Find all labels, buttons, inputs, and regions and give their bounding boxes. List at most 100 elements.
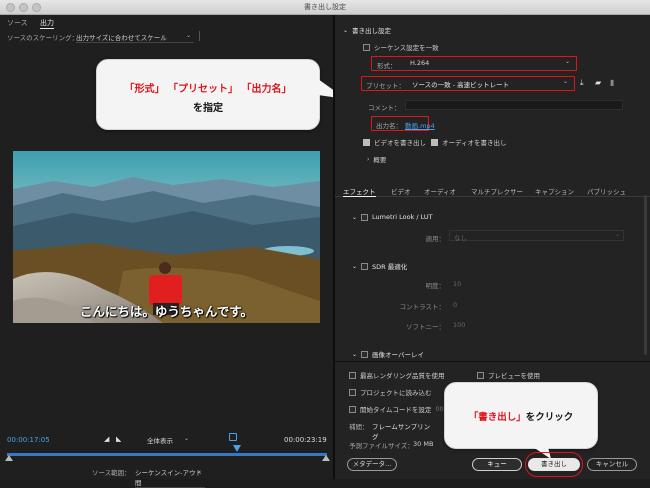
cancel-button[interactable]: キャンセル (587, 458, 637, 471)
scaling-dropdown[interactable]: 出力サイズに合わせてスケール ⌄ (76, 32, 194, 43)
format-label: 形式： (377, 62, 397, 70)
effects-scrollbar[interactable] (644, 195, 647, 355)
output-name-label: 出力名： (376, 122, 402, 130)
contrast-value[interactable]: 0 (453, 301, 457, 309)
queue-button[interactable]: キュー (472, 458, 522, 471)
import-preset-icon[interactable]: ▰ (595, 78, 601, 87)
export-settings-title: 書き出し設定 (352, 27, 392, 35)
tab-effects[interactable]: エフェクト (343, 186, 376, 197)
format-dropdown[interactable]: H.264 ⌄ (407, 58, 573, 69)
export-audio-checkbox[interactable] (431, 138, 438, 146)
start-timecode-label: 開始タイムコードを設定 (360, 406, 432, 414)
zoom-dropdown[interactable]: 全体表示 ⌄ (147, 435, 189, 445)
overlay-checkbox[interactable] (361, 350, 369, 358)
use-previews-checkbox[interactable] (477, 371, 484, 379)
video-subtitle: こんにちは。ゆうちゃんです。 (79, 304, 254, 319)
sdr-header[interactable]: ⌄ SDR 最適化 (352, 261, 407, 271)
delete-preset-icon[interactable]: ▮ (610, 78, 614, 87)
timecode-end[interactable]: 00:00:23:19 (284, 436, 327, 444)
timecode-start[interactable]: 00:00:17:05 (7, 436, 50, 444)
in-point-handle[interactable] (5, 455, 13, 461)
callout-format: 「形式」 (124, 84, 165, 95)
file-size-value: 30 MB (413, 440, 434, 448)
metadata-button[interactable]: メタデータ... (347, 458, 397, 471)
max-render-label: 最高レンダリング品質を使用 (360, 372, 445, 380)
tab-captions[interactable]: キャプション (535, 186, 574, 196)
bottom-divider (335, 361, 650, 362)
overlay-header[interactable]: ⌄ 画像オーバーレイ (352, 349, 424, 359)
callout-line2: を指定 (193, 103, 223, 114)
callout-output-name: 「出力名」 (241, 84, 292, 95)
video-preview: こんにちは。ゆうちゃんです。 (13, 151, 320, 323)
playhead[interactable] (233, 445, 242, 452)
use-previews-row[interactable]: プレビューを使用 (477, 370, 540, 380)
tab-publish[interactable]: パブリッシュ (587, 186, 626, 196)
mark-in-icon[interactable]: ◢ (104, 435, 109, 443)
out-point-handle[interactable] (322, 455, 330, 461)
preset-value: ソースの一致 - 高速ビットレート (412, 81, 510, 89)
comment-input[interactable] (405, 100, 623, 110)
settings-panel: ⌄ 書き出し設定 シーケンス設定を一致 形式： H.264 ⌄ プリセット： ソ… (335, 15, 650, 479)
source-range-dropdown[interactable]: シーケンスイン-アウト間 ⌄ (135, 467, 205, 488)
interp-value: フレームサンプリング (372, 423, 431, 441)
match-sequence-label: シーケンス設定を一致 (374, 44, 439, 52)
export-video-row[interactable]: ビデオを書き出し (363, 137, 426, 147)
brightness-value[interactable]: 10 (453, 280, 461, 288)
zoom-value: 全体表示 (147, 437, 173, 445)
chevron-right-icon: › (367, 155, 370, 163)
lumetri-header[interactable]: ⌄ Lumetri Look / LUT (352, 213, 433, 221)
chevron-down-icon: ⌄ (185, 32, 191, 39)
export-audio-label: オーディオを書き出し (442, 139, 507, 147)
softness-value[interactable]: 100 (453, 321, 465, 329)
export-audio-row[interactable]: オーディオを書き出し (431, 137, 507, 147)
timeline-track[interactable] (7, 453, 327, 456)
callout-export-highlight: 「書き出し」 (468, 412, 526, 423)
output-name-link[interactable]: 動画.mp4 (405, 120, 435, 130)
start-timecode-checkbox[interactable] (349, 405, 356, 413)
window-titlebar: 書き出し設定 (0, 0, 650, 15)
use-previews-label: プレビューを使用 (488, 372, 540, 380)
chevron-down-icon: ⌄ (343, 26, 349, 34)
export-settings-header[interactable]: ⌄ 書き出し設定 (343, 25, 392, 36)
mark-out-icon[interactable]: ◣ (116, 435, 121, 443)
summary-header[interactable]: › 概要 (367, 154, 386, 165)
match-sequence-row[interactable]: シーケンス設定を一致 (363, 42, 439, 52)
effects-tab-bar: エフェクト ビデオ オーディオ マルチプレクサー キャプション パブリッシュ (335, 183, 650, 197)
import-project-label: プロジェクトに読み込む (360, 389, 432, 397)
interp-dropdown[interactable]: フレームサンプリング (372, 421, 436, 441)
chevron-down-icon: ⌄ (352, 262, 358, 270)
format-value: H.264 (410, 59, 430, 67)
sdr-checkbox[interactable] (361, 262, 369, 270)
match-sequence-checkbox[interactable] (363, 43, 370, 51)
tab-output[interactable]: 出力 (40, 18, 54, 29)
chevron-down-icon: ⌄ (196, 467, 202, 474)
apply-dropdown[interactable]: なし ⌄ (449, 230, 624, 242)
tab-audio[interactable]: オーディオ (424, 186, 456, 196)
file-size-label: 予測ファイルサイズ： (349, 442, 414, 450)
chevron-down-icon: ⌄ (352, 350, 358, 358)
toolbar-divider (199, 31, 200, 41)
callout-export-text: をクリック (525, 412, 574, 423)
overlay-title: 画像オーバーレイ (372, 351, 424, 359)
tab-video[interactable]: ビデオ (391, 186, 411, 196)
timeline-range-bar (7, 453, 327, 456)
save-preset-icon[interactable]: ⤓ (580, 78, 584, 88)
import-project-row[interactable]: プロジェクトに読み込む (349, 387, 432, 397)
safe-margins-icon[interactable] (229, 433, 237, 441)
window-title: 書き出し設定 (304, 3, 346, 11)
chevron-down-icon: ⌄ (564, 58, 570, 65)
max-render-row[interactable]: 最高レンダリング品質を使用 (349, 370, 445, 380)
lumetri-checkbox[interactable] (361, 213, 369, 221)
max-render-checkbox[interactable] (349, 371, 356, 379)
export-video-label: ビデオを書き出し (374, 139, 426, 147)
tab-source[interactable]: ソース (7, 18, 28, 28)
brightness-label: 明度： (425, 282, 446, 290)
export-video-checkbox[interactable] (363, 138, 370, 146)
apply-value: なし (454, 234, 467, 242)
import-project-checkbox[interactable] (349, 388, 356, 396)
export-button[interactable]: 書き出し (528, 458, 580, 471)
tab-multiplexer[interactable]: マルチプレクサー (471, 186, 523, 196)
format-callout-bubble: 「形式」 「プリセット」 「出力名」 を指定 (96, 59, 320, 130)
preset-dropdown[interactable]: ソースの一致 - 高速ビットレート ⌄ (409, 78, 571, 89)
chevron-down-icon: ⌄ (183, 435, 189, 442)
